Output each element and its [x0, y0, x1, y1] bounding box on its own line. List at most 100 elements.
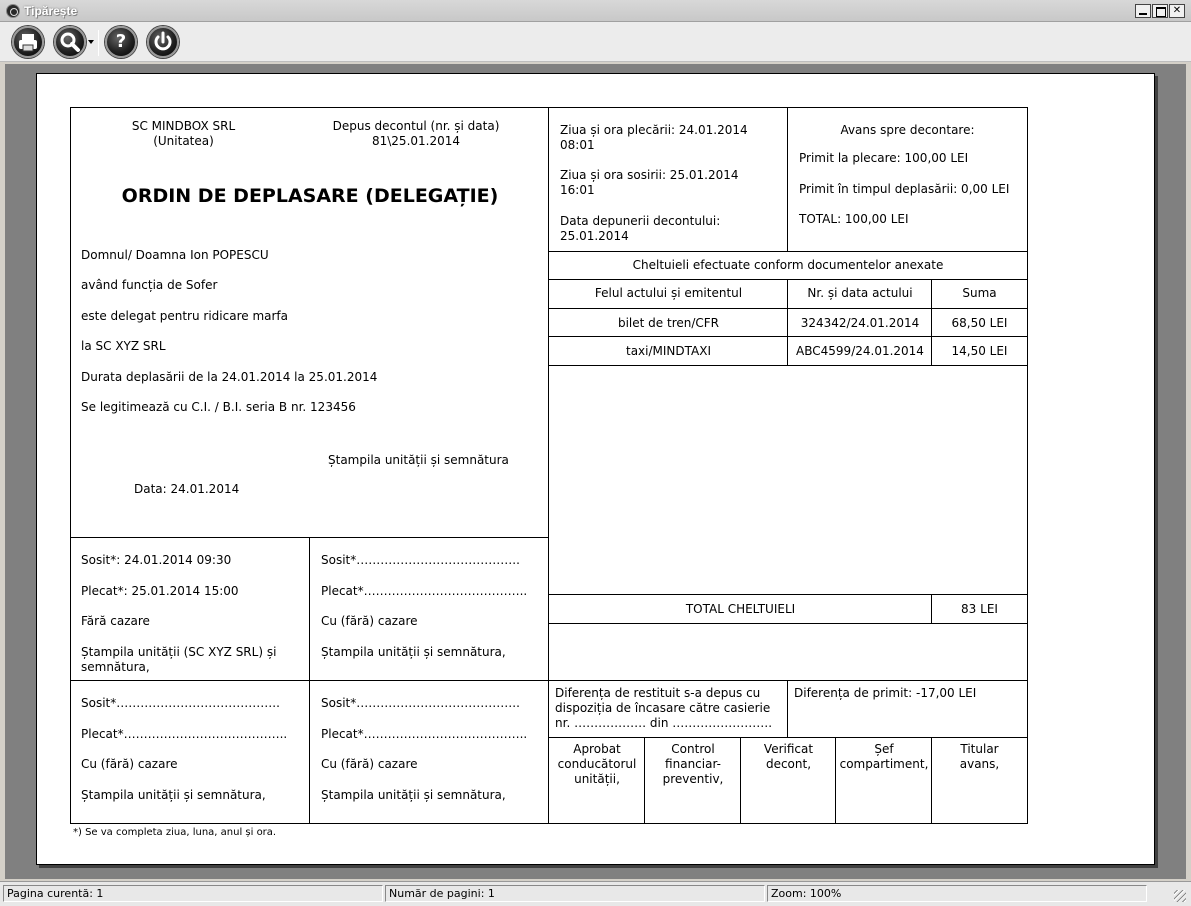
stop-stamp-blank: Ștampila unității și semnătura,: [321, 788, 506, 802]
expenses-title: Cheltuieli efectuate conform documentelo…: [632, 258, 944, 272]
advance-total: TOTAL: 100,00 LEI: [799, 212, 909, 226]
close-button[interactable]: ✕: [1169, 4, 1185, 18]
help-button[interactable]: ?: [105, 26, 137, 58]
window-title-bar[interactable]: Tipărește ✕: [0, 0, 1191, 22]
approval-label: Titular: [960, 742, 999, 756]
advance-title: Avans spre decontare:: [840, 123, 975, 137]
stop-arrival-blank: Sosit*…………………………………..: [321, 696, 520, 710]
expenses-empty-area: [549, 366, 1027, 595]
stop-1-departure: Plecat*: 25.01.2014 15:00: [81, 584, 239, 598]
expenses-header-amount: Suma: [932, 280, 1027, 309]
approval-cell: Verificat decont,: [741, 738, 836, 824]
stop-2-cell: Sosit*………………………………….. Plecat*………………………………: [310, 538, 549, 681]
company-label: (Unitatea): [153, 134, 214, 148]
approval-label: preventiv,: [662, 772, 724, 786]
expenses-header-number: Nr. și data actului: [788, 280, 932, 309]
expense-amount: 14,50 LEI: [951, 344, 1008, 358]
header-label: Suma: [962, 286, 997, 300]
help-icon: ?: [115, 31, 127, 52]
expenses-header-doc: Felul actului și emitentul: [549, 280, 788, 309]
approval-cell: Șef compartiment,: [836, 738, 932, 824]
expense-number: ABC4599/24.01.2014: [796, 344, 924, 358]
stop-1-arrival: Sosit*: 24.01.2014 09:30: [81, 553, 232, 567]
approval-label: Aprobat: [573, 742, 621, 756]
table-row: taxi/MINDTAXI: [549, 337, 788, 366]
zoom-dropdown-arrow-icon[interactable]: [88, 40, 94, 44]
total-value: 83 LEI: [961, 602, 998, 616]
stop-departure-blank: Plecat*…………………………………..: [81, 727, 288, 741]
trip-dates-cell: Ziua și ora plecării: 24.01.2014 08:01 Z…: [549, 108, 788, 252]
stop-1-lodging: Fără cazare: [81, 614, 150, 628]
stop-1-stamp-line-1: Ștampila unității (SC XYZ SRL) și: [81, 645, 277, 659]
expenses-title-cell: Cheltuieli efectuate conform documentelo…: [549, 252, 1027, 280]
approval-label: Șef: [874, 742, 894, 756]
blank-cell: [549, 624, 1027, 681]
approval-cell: Titular avans,: [932, 738, 1027, 824]
approval-label: unității,: [574, 772, 620, 786]
stop-stamp-blank: Ștampila unității și semnătura,: [81, 788, 266, 802]
maximize-button[interactable]: [1152, 4, 1168, 18]
toolbar-separator: [98, 30, 99, 56]
approval-label: conducătorul: [557, 757, 637, 771]
receive-difference-cell: Diferența de primit: -17,00 LEI: [788, 681, 1027, 738]
function-line: având funcția de Sofer: [81, 278, 218, 292]
app-icon: [6, 4, 20, 18]
stop-arrival-blank: Sosit*…………………………………..: [81, 696, 280, 710]
footnote: *) Se va completa ziua, luna, anul și or…: [73, 827, 277, 838]
expense-doc: taxi/MINDTAXI: [625, 344, 711, 358]
stop-3-cell: Sosit*………………………………….. Plecat*………………………………: [71, 681, 310, 824]
settlement-line-1: Data depunerii decontului:: [560, 214, 721, 228]
stop-arrival-blank: Sosit*…………………………………..: [321, 553, 520, 567]
stop-1-stamp-line-2: semnătura,: [81, 660, 150, 674]
deposit-label: Depus decontul (nr. și data): [332, 119, 500, 133]
expense-amount: 68,50 LEI: [951, 316, 1008, 330]
print-button[interactable]: [12, 26, 44, 58]
exit-button[interactable]: [147, 26, 179, 58]
arrival-line-1: Ziua și ora sosirii: 25.01.2014: [560, 168, 739, 182]
power-icon: [154, 31, 172, 51]
stop-departure-blank: Plecat*…………………………………..: [321, 584, 528, 598]
table-cell: 68,50 LEI: [932, 309, 1027, 337]
table-row: bilet de tren/CFR: [549, 309, 788, 337]
stop-lodging-blank: Cu (fără) cazare: [321, 614, 418, 628]
settlement-line-2: 25.01.2014: [560, 229, 629, 243]
stop-stamp-blank: Ștampila unității și semnătura,: [321, 645, 506, 659]
expense-number: 324342/24.01.2014: [800, 316, 920, 330]
stop-lodging-blank: Cu (fără) cazare: [321, 757, 418, 771]
print-icon: [19, 34, 37, 52]
zoom-status: Zoom: 100%: [767, 885, 1147, 902]
expense-doc: bilet de tren/CFR: [617, 316, 720, 330]
departure-line-2: 08:01: [560, 138, 595, 152]
stop-lodging-blank: Cu (fără) cazare: [81, 757, 178, 771]
total-label: TOTAL CHELTUIELI: [685, 602, 796, 616]
current-page-status: Pagina curentă: 1: [3, 885, 383, 902]
identity-line: Se legitimează cu C.I. / B.I. seria B nr…: [81, 400, 356, 414]
page-title: ORDIN DE DEPLASARE (DELEGAȚIE): [121, 185, 499, 207]
print-preview-area[interactable]: SC MINDBOX SRL (Unitatea) Depus decontul…: [5, 64, 1186, 879]
receive-difference: Diferența de primit: -17,00 LEI: [794, 686, 977, 700]
approval-label: financiar-: [665, 757, 721, 771]
total-value-cell: 83 LEI: [932, 595, 1027, 624]
zoom-button[interactable]: [54, 26, 86, 58]
advance-during-trip: Primit în timpul deplasării: 0,00 LEI: [799, 182, 1010, 196]
approval-label: Control: [671, 742, 715, 756]
page-sheet: SC MINDBOX SRL (Unitatea) Depus decontul…: [36, 73, 1155, 865]
resize-grip-icon[interactable]: [1174, 890, 1186, 902]
magnifier-icon: [60, 32, 80, 52]
minimize-button[interactable]: [1135, 4, 1151, 18]
deposit-value: 81\25.01.2014: [371, 134, 461, 148]
total-label-cell: TOTAL CHELTUIELI: [549, 595, 932, 624]
purpose-line: este delegat pentru ridicare marfa: [81, 309, 288, 323]
arrival-line-2: 16:01: [560, 183, 595, 197]
approval-cell: Control financiar- preventiv,: [645, 738, 741, 824]
table-cell: ABC4599/24.01.2014: [788, 337, 932, 366]
advance-cell: Avans spre decontare: Primit la plecare:…: [788, 108, 1027, 252]
approval-label: compartiment,: [839, 757, 929, 771]
toolbar: ?: [0, 22, 1191, 62]
approval-cell: Aprobat conducătorul unității,: [549, 738, 645, 824]
advance-at-departure: Primit la plecare: 100,00 LEI: [799, 151, 969, 165]
stamp-signature-label: Ștampila unității și semnătura: [328, 453, 509, 467]
refund-line-2: dispoziția de încasare către casierie: [555, 701, 771, 715]
table-cell: 14,50 LEI: [932, 337, 1027, 366]
status-bar: Pagina curentă: 1 Număr de pagini: 1 Zoo…: [0, 881, 1191, 906]
